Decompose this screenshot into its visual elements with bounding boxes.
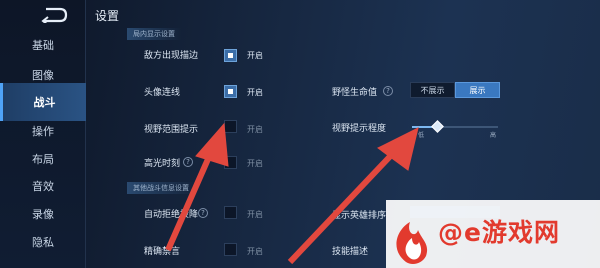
watermark-text: @e游戏网 bbox=[438, 218, 560, 247]
red-arrow-left bbox=[165, 122, 229, 252]
